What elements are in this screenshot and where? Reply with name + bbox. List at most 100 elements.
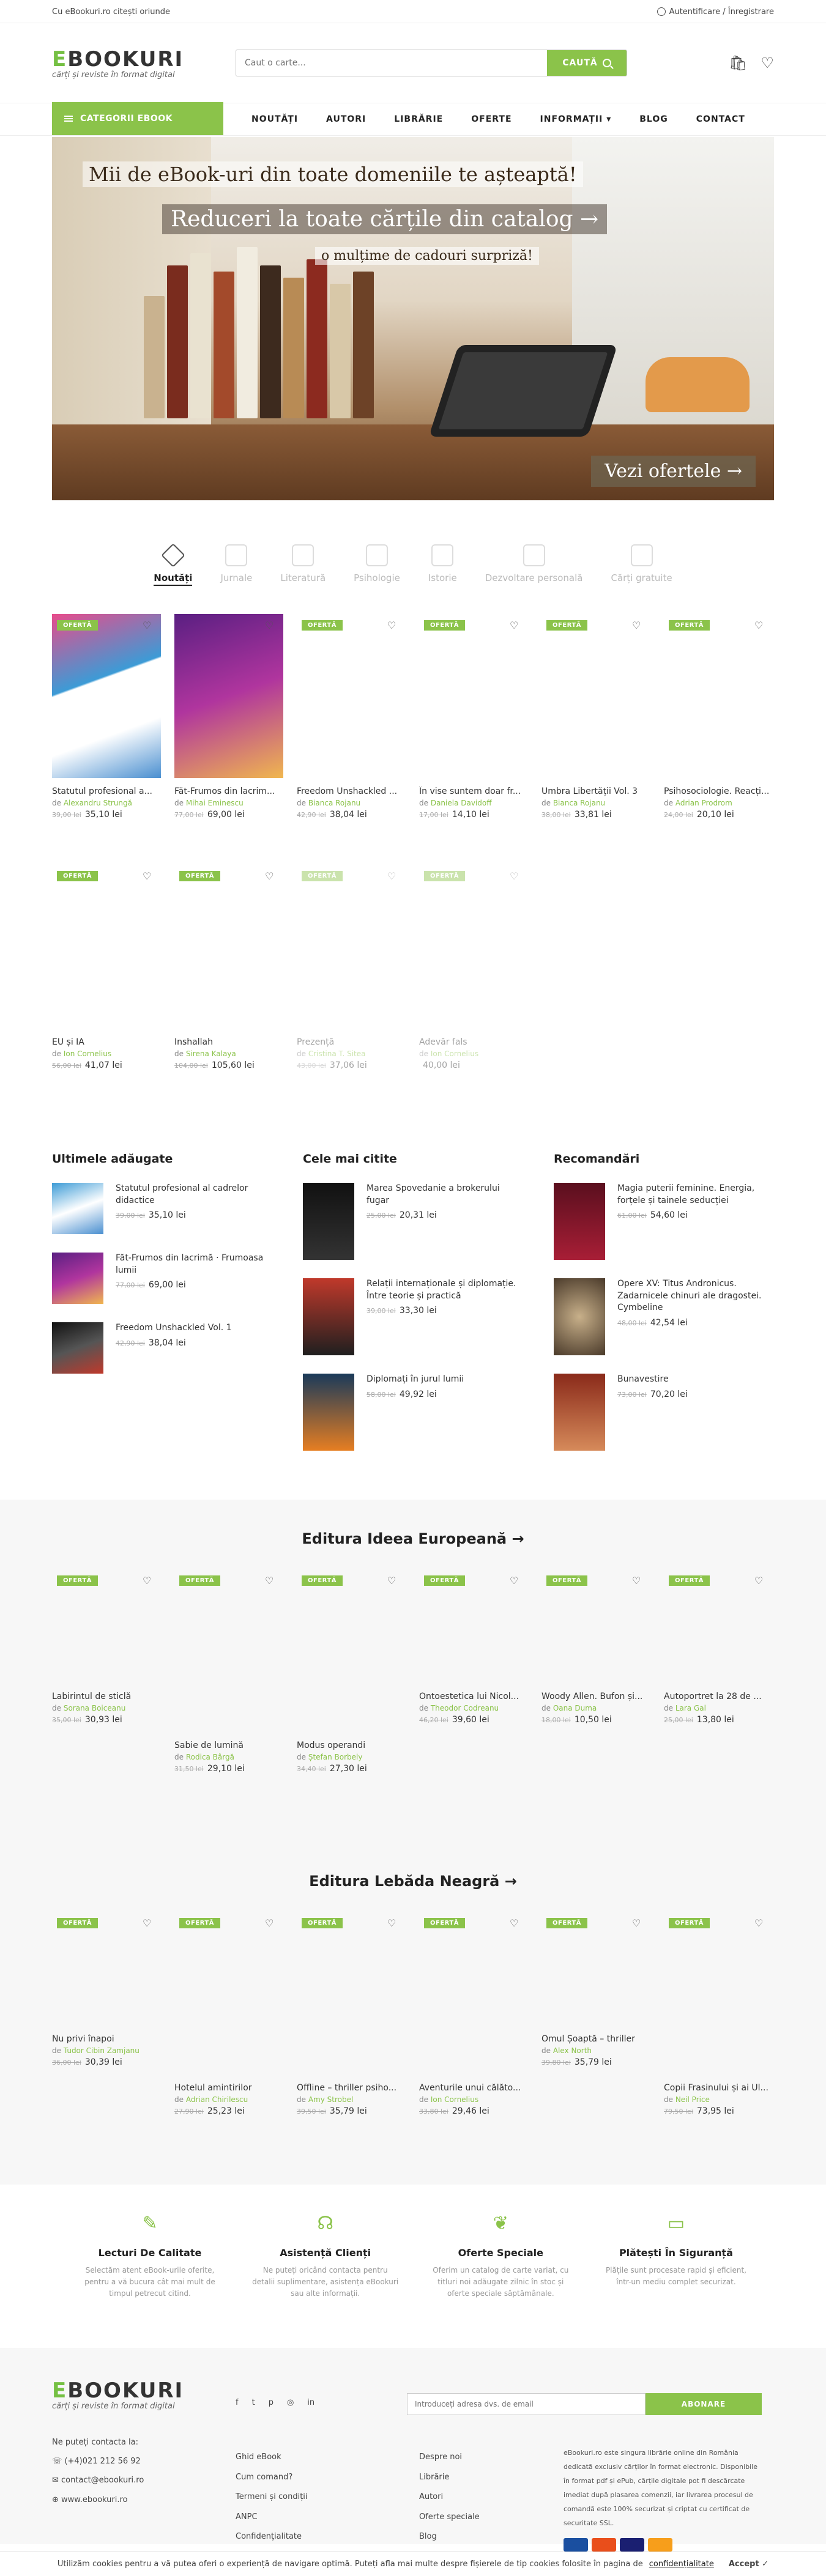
author-link[interactable]: Ștefan Borbely — [308, 1753, 363, 1761]
email-link[interactable]: ✉ contact@ebookuri.ro — [52, 2471, 236, 2490]
author-link[interactable]: Tudor Cibin Zamjanu — [64, 2046, 140, 2055]
wishlist-heart-icon[interactable]: ♡ — [387, 621, 397, 631]
wishlist-heart-icon[interactable]: ♡ — [510, 621, 519, 631]
product-card[interactable]: OFERTĂ ♡ Freedom Unshackled ... de Bianc… — [297, 614, 406, 865]
product-cover[interactable]: OFERTĂ ♡ — [52, 614, 161, 778]
author-link[interactable]: Daniela Davidoff — [431, 799, 492, 807]
author-link[interactable]: Sirena Kalaya — [186, 1049, 236, 1058]
product-card[interactable]: OFERTĂ ♡ Psihosociologie. Reacți... de A… — [664, 614, 773, 865]
instagram-icon[interactable]: ◎ — [287, 2398, 294, 2407]
product-title[interactable]: Freedom Unshackled ... — [297, 786, 406, 796]
product-title[interactable]: Psihosociologie. Reacți... — [664, 786, 773, 796]
mini-title[interactable]: Magia puterii feminine. Energia, forțele… — [617, 1183, 774, 1207]
author-link[interactable]: Mihai Eminescu — [186, 799, 244, 807]
author-link[interactable]: Neil Price — [675, 2095, 710, 2104]
footer-link[interactable]: Cum comand? — [236, 2468, 419, 2488]
mini-cover[interactable] — [303, 1278, 354, 1355]
login-register-link[interactable]: Autentificare / Înregistrare — [657, 7, 774, 17]
hero-banner[interactable]: Mii de eBook-uri din toate domeniile te … — [52, 137, 774, 500]
wishlist-heart-icon[interactable]: ♡ — [510, 1576, 519, 1586]
pinterest-icon[interactable]: p — [269, 2398, 273, 2407]
product-title[interactable]: Prezență — [297, 1037, 406, 1047]
cookie-accept-button[interactable]: Accept ✓ — [729, 2559, 768, 2569]
author-link[interactable]: Adrian Prodrom — [675, 799, 732, 807]
wishlist-heart-icon[interactable]: ♡ — [143, 621, 152, 631]
nav-item-librarie[interactable]: LIBRĂRIE — [394, 114, 443, 124]
product-cover[interactable]: OFERTĂ ♡ — [297, 865, 406, 1029]
product-card[interactable]: ♡ Făt-Frumos din lacrim... de Mihai Emin… — [174, 614, 283, 865]
tab-jurnale[interactable]: Jurnale — [220, 544, 252, 593]
categories-button[interactable]: CATEGORII EBOOK — [52, 102, 223, 135]
mini-product[interactable]: Bunavestire 73,00 lei 70,20 lei — [554, 1374, 774, 1451]
author-link[interactable]: Alex North — [553, 2046, 592, 2055]
product-title[interactable]: Făt-Frumos din lacrim... — [174, 786, 283, 796]
author-link[interactable]: Theodor Codreanu — [431, 1704, 499, 1712]
mini-product[interactable]: Statutul profesional al cadrelor didacti… — [52, 1183, 272, 1234]
wishlist-heart-icon[interactable]: ♡ — [754, 621, 764, 631]
cart-icon[interactable]: 🛍 — [729, 54, 747, 72]
product-cover[interactable] — [541, 865, 650, 1029]
wishlist-heart-icon[interactable]: ♡ — [387, 1919, 397, 1928]
tab-noutati[interactable]: Noutăți — [154, 543, 193, 593]
wishlist-icon[interactable]: ♡ — [761, 54, 774, 72]
product-card[interactable]: OFERTĂ ♡ Prezență de Cristina T. Sitea 4… — [297, 865, 406, 1116]
nav-item-autori[interactable]: AUTORI — [326, 114, 366, 124]
product-cover[interactable]: OFERTĂ ♡ — [174, 1912, 283, 2028]
nav-item-noutati[interactable]: NOUTĂȚI — [251, 114, 298, 124]
product-cover[interactable]: OFERTĂ ♡ — [664, 1569, 773, 1686]
hero-offers-button[interactable]: Vezi ofertele → — [591, 456, 756, 487]
product-cover[interactable]: OFERTĂ ♡ — [174, 865, 283, 1029]
product-card[interactable]: OFERTĂ ♡ Adevăr fals de Ion Cornelius 40… — [419, 865, 528, 1116]
product-cover[interactable]: OFERTĂ ♡ — [52, 865, 161, 1029]
mini-title[interactable]: Diplomați în jurul lumii — [366, 1374, 464, 1386]
publisher-product-card[interactable]: OFERTĂ ♡ Ontoestetica lui Nicol... de Th… — [419, 1569, 528, 1783]
product-cover[interactable]: OFERTĂ ♡ — [419, 1912, 528, 2028]
product-title[interactable]: Modus operandi — [297, 1741, 406, 1750]
mini-title[interactable]: Statutul profesional al cadrelor didacti… — [116, 1183, 272, 1207]
publisher-product-card[interactable]: OFERTĂ ♡ Autoportret la 28 de ... de Lar… — [664, 1569, 773, 1783]
newsletter-subscribe-button[interactable]: ABONARE — [646, 2393, 762, 2415]
product-title[interactable]: Sabie de lumină — [174, 1741, 283, 1750]
product-title[interactable]: Labirintul de sticlă — [52, 1692, 161, 1701]
nav-item-oferte[interactable]: OFERTE — [471, 114, 512, 124]
mini-product[interactable]: Relații internaționale și diplomație. În… — [303, 1278, 523, 1355]
product-card[interactable]: OFERTĂ ♡ Statutul profesional a... de Al… — [52, 614, 161, 865]
footer-link[interactable]: ANPC — [236, 2508, 419, 2528]
publisher-heading[interactable]: Editura Lebăda Neagră → — [0, 1873, 826, 1890]
wishlist-heart-icon[interactable]: ♡ — [265, 621, 275, 631]
product-cover[interactable]: OFERTĂ ♡ — [297, 1912, 406, 2028]
site-logo[interactable]: EBOOKURI cărți și reviste în format digi… — [52, 47, 236, 80]
wishlist-heart-icon[interactable]: ♡ — [510, 1919, 519, 1928]
hero-discount-link[interactable]: Reduceri la toate cărțile din catalog → — [162, 204, 608, 234]
author-link[interactable]: Rodica Bârgă — [186, 1753, 234, 1761]
author-link[interactable]: Lara Gal — [675, 1704, 706, 1712]
mini-cover[interactable] — [554, 1183, 605, 1260]
product-cover[interactable]: OFERTĂ ♡ — [297, 614, 406, 778]
mini-cover[interactable] — [52, 1183, 103, 1234]
tab-carti-gratuite[interactable]: Cărți gratuite — [611, 544, 672, 593]
twitter-icon[interactable]: t — [252, 2398, 255, 2407]
search-input[interactable] — [236, 50, 547, 76]
author-link[interactable]: Oana Duma — [553, 1704, 597, 1712]
tab-psihologie[interactable]: Psihologie — [354, 544, 400, 593]
mini-product[interactable]: Freedom Unshackled Vol. 1 42,90 lei 38,04… — [52, 1322, 272, 1374]
mini-cover[interactable] — [554, 1278, 605, 1355]
mini-title[interactable]: Relații internaționale și diplomație. În… — [366, 1278, 523, 1302]
privacy-link[interactable]: confidențialitate — [649, 2559, 714, 2569]
wishlist-heart-icon[interactable]: ♡ — [143, 872, 152, 881]
author-link[interactable]: Bianca Rojanu — [308, 799, 360, 807]
mini-cover[interactable] — [52, 1253, 103, 1304]
product-title[interactable]: Omul Șoaptă – thriller — [541, 2034, 650, 2044]
newsletter-email-input[interactable] — [407, 2393, 646, 2415]
wishlist-heart-icon[interactable]: ♡ — [632, 621, 642, 631]
publisher-product-card[interactable]: OFERTĂ ♡ Offline – thriller psiho... de … — [297, 1912, 406, 2126]
author-link[interactable]: Bianca Rojanu — [553, 799, 605, 807]
author-link[interactable]: Cristina T. Sitea — [308, 1049, 366, 1058]
wishlist-heart-icon[interactable]: ♡ — [632, 1576, 642, 1586]
footer-link[interactable]: Ghid eBook — [236, 2448, 419, 2468]
wishlist-heart-icon[interactable]: ♡ — [265, 1576, 275, 1586]
author-link[interactable]: Ion Cornelius — [431, 2095, 478, 2104]
footer-link[interactable]: Confidențialitate — [236, 2527, 419, 2547]
search-button[interactable]: CAUTĂ — [547, 50, 627, 76]
nav-item-blog[interactable]: BLOG — [639, 114, 668, 124]
